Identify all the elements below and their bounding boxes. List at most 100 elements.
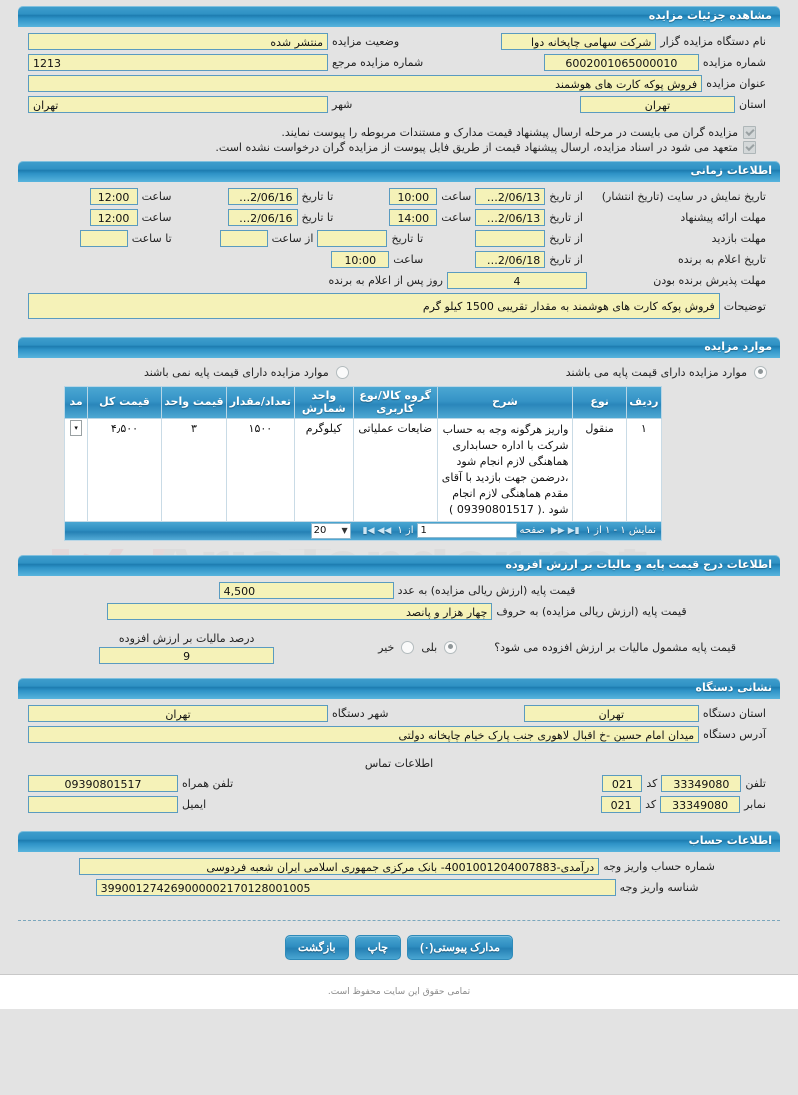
- label-city: شهر: [332, 98, 353, 111]
- field-org-address[interactable]: میدان امام حسین -خ اقبال لاهوری جنب پارک…: [28, 725, 700, 743]
- field-org-city[interactable]: تهران: [28, 704, 328, 722]
- field-visit-to-time[interactable]: [79, 230, 128, 247]
- table-row[interactable]: ۱ منقول واریز هرگونه وجه به حساب شرکت با…: [63, 418, 663, 522]
- row-expand-icon[interactable]: ▾: [70, 420, 83, 437]
- field-base-price-number[interactable]: 4,500: [218, 581, 394, 599]
- field-org-province[interactable]: تهران: [523, 704, 699, 722]
- field-winner-date[interactable]: 1402/06/18: [475, 251, 546, 268]
- field-vat-percent[interactable]: 9: [99, 646, 275, 664]
- pager-of-label: از ۱: [397, 525, 414, 537]
- field-fax[interactable]: 33349080: [660, 795, 741, 813]
- pager-page-size-value: 20: [313, 524, 327, 536]
- label-email: ایمیل: [182, 797, 207, 811]
- row-description: توضیحات فروش پوکه کارت های هوشمند به مقد…: [28, 293, 770, 319]
- section-timing: اطلاعات زمانی تاریخ نمایش در سایت (تاریخ…: [18, 161, 780, 331]
- section-timing-header: اطلاعات زمانی: [18, 161, 780, 182]
- cell-unit-price: ۳: [160, 418, 228, 522]
- section-address: نشانی دستگاه استان دستگاه تهران شهر دستگ…: [18, 677, 780, 825]
- section-details-title: مشاهده جزئیات مزایده: [648, 9, 772, 22]
- field-proposal-to-date[interactable]: 1402/06/16: [227, 209, 298, 226]
- field-province[interactable]: تهران: [579, 96, 735, 113]
- items-table-head: ردیف نوع شرح گروه کالا/نوع کاربری واحد ش…: [63, 385, 663, 420]
- label-publish-from-date: از تاریخ: [549, 190, 583, 203]
- attachments-button[interactable]: مدارک پیوستی(۰): [407, 934, 514, 960]
- field-visit-to-date[interactable]: [317, 230, 388, 247]
- field-account-number[interactable]: درآمدی-4001001204007883- بانک مرکزی جمهو…: [79, 857, 600, 875]
- field-fax-code[interactable]: 021: [601, 795, 642, 813]
- section-items-body: موارد مزایده دارای قیمت پایه می باشند مو…: [18, 358, 780, 549]
- field-proposal-from-time[interactable]: 14:00: [389, 209, 438, 226]
- label-visit-from-date: از تاریخ: [549, 232, 583, 245]
- section-address-title: نشانی دستگاه: [695, 680, 772, 694]
- back-button[interactable]: بازگشت: [284, 934, 349, 960]
- col-unit: واحد شمارش: [293, 385, 354, 420]
- field-email[interactable]: [28, 795, 178, 813]
- row-payment-id: شناسه واریز وجه 399001274269000002170128…: [28, 878, 770, 896]
- radio-with-base-price[interactable]: [754, 366, 767, 379]
- pager-page-input[interactable]: 1: [416, 523, 517, 539]
- label-proposal-from-time: ساعت: [441, 211, 472, 224]
- checkbox-price-file[interactable]: [743, 141, 756, 154]
- field-phone[interactable]: 33349080: [661, 774, 742, 792]
- items-table-body: ۱ منقول واریز هرگونه وجه به حساب شرکت با…: [63, 418, 663, 522]
- label-vat-no: خیر: [378, 641, 395, 655]
- field-auction-number[interactable]: 6002001065000010: [543, 54, 699, 71]
- checkbox-attach-docs[interactable]: [743, 126, 756, 139]
- field-visit-from-date[interactable]: [475, 230, 546, 247]
- field-subject[interactable]: فروش پوکه کارت های هوشمند: [28, 75, 703, 92]
- radio-vat-no[interactable]: [401, 641, 415, 655]
- col-quantity: تعداد/مقدار: [226, 385, 295, 420]
- field-accept-days[interactable]: 4: [447, 272, 587, 289]
- vat-percent-group: درصد مالیات بر ارزش افزوده 9: [99, 632, 275, 664]
- field-org-value[interactable]: شرکت سهامی چاپخانه دوا: [501, 33, 657, 50]
- cell-type: منقول: [572, 418, 627, 522]
- section-details: مشاهده جزئیات مزایده نام دستگاه مزایده گ…: [18, 6, 780, 155]
- field-base-price-words[interactable]: چهار هزار و پانصد: [107, 602, 493, 620]
- field-publish-from-time[interactable]: 10:00: [389, 188, 438, 205]
- label-visit: مهلت بازدید: [711, 232, 766, 245]
- label-mobile: تلفن همراه: [182, 776, 234, 790]
- row-province-city: استان تهران شهر تهران: [28, 96, 770, 113]
- label-proposal-to-date: تا تاریخ: [301, 211, 334, 224]
- label-proposal-from-date: از تاریخ: [549, 211, 583, 224]
- field-winner-time[interactable]: 10:00: [331, 251, 390, 268]
- field-phone-code[interactable]: 021: [602, 774, 643, 792]
- cell-more[interactable]: ▾: [63, 418, 89, 522]
- print-button[interactable]: چاپ: [354, 934, 402, 960]
- field-proposal-from-date[interactable]: 1402/06/13: [475, 209, 546, 226]
- row-subject: عنوان مزایده فروش پوکه کارت های هوشمند: [28, 75, 770, 92]
- label-visit-to-time: تا ساعت: [131, 232, 172, 245]
- pager-prev-first-arrows[interactable]: ◀◀ ◀▮: [363, 526, 392, 536]
- section-timing-body: تاریخ نمایش در سایت (تاریخ انتشار) از تا…: [18, 182, 780, 331]
- label-visit-to-date: تا تاریخ: [391, 232, 424, 245]
- cell-total-price: ۴٫۵۰۰: [87, 418, 162, 522]
- pager-last-icon[interactable]: ▮▶: [568, 526, 580, 536]
- footer-copyright: تمامی حقوق این سایت محفوظ است.: [327, 986, 471, 997]
- field-publish-from-date[interactable]: 1402/06/13: [475, 188, 546, 205]
- radio-vat-yes[interactable]: [444, 641, 458, 655]
- row-number-ref: شماره مزایده 6002001065000010 شماره مزای…: [28, 54, 770, 71]
- label-phone: تلفن: [745, 776, 766, 790]
- pager-first-prev-arrows[interactable]: ▮▶ ▶▶: [551, 526, 580, 536]
- field-status-value[interactable]: منتشر شده: [28, 33, 328, 50]
- row-fax-email: نمابر 33349080 کد 021 ایمیل: [28, 795, 770, 813]
- field-visit-from-time[interactable]: [219, 230, 268, 247]
- action-buttons: مدارک پیوستی(۰) چاپ بازگشت: [0, 934, 798, 960]
- field-mobile[interactable]: 09390801517: [28, 774, 178, 792]
- pager-prev-icon[interactable]: ◀◀: [378, 526, 392, 536]
- field-proposal-to-time[interactable]: 12:00: [89, 209, 138, 226]
- section-items-header: موارد مزایده: [18, 337, 780, 358]
- radio-without-base-price[interactable]: [335, 366, 349, 379]
- field-city[interactable]: تهران: [28, 96, 328, 113]
- field-publish-to-date[interactable]: 1402/06/16: [227, 188, 298, 205]
- pager-next-icon[interactable]: ▶▶: [551, 526, 565, 536]
- pager-first-icon[interactable]: ◀▮: [363, 526, 375, 536]
- col-goods-group: گروه کالا/نوع کاربری: [352, 385, 438, 420]
- field-payment-id[interactable]: 399001274269000002170128001005: [95, 878, 616, 896]
- label-status: وضعیت مزایده: [332, 35, 400, 48]
- divider: [18, 919, 780, 921]
- field-description[interactable]: فروش پوکه کارت های هوشمند به مقدار تقریب…: [28, 293, 720, 319]
- field-publish-to-time[interactable]: 12:00: [89, 188, 138, 205]
- field-ref-number[interactable]: 1213: [28, 54, 328, 71]
- pager-page-size-select[interactable]: ▼ 20: [310, 522, 351, 539]
